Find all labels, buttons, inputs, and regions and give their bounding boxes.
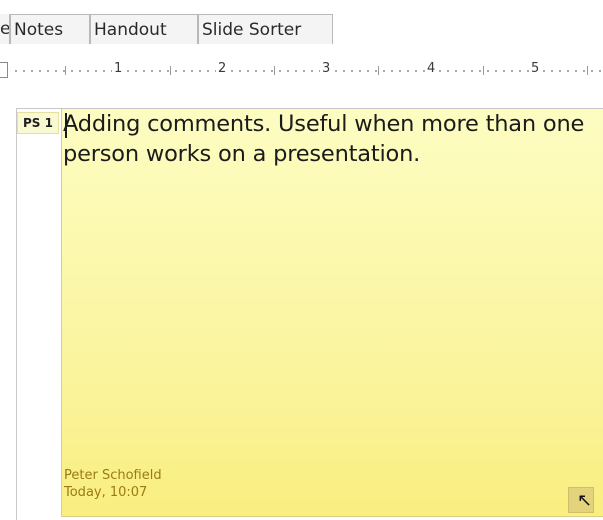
ruler-tick (378, 66, 379, 75)
horizontal-ruler[interactable]: 1 2 3 4 5 (0, 58, 603, 84)
ruler-tick (274, 66, 275, 75)
slide-canvas[interactable]: PS 1 Adding comments. Useful when more t… (0, 96, 603, 520)
ruler-number-5: 5 (529, 60, 542, 78)
tab-notes-label: Notes (14, 20, 64, 40)
ruler-tick (65, 66, 66, 75)
ruler-number-4: 4 (425, 60, 438, 78)
ruler-number-1: 1 (112, 60, 125, 78)
ruler-dots (12, 70, 603, 72)
tab-handout-label: Handout (94, 20, 167, 40)
comment-resize-handle[interactable]: ↖ (568, 487, 594, 513)
view-tab-bar: e Notes Handout Slide Sorter (0, 0, 603, 50)
tab-handout[interactable]: Handout (90, 14, 198, 44)
ruler-tick (170, 66, 171, 75)
comment-note[interactable]: Adding comments. Useful when more than o… (61, 109, 603, 517)
tab-partial[interactable]: e (0, 14, 10, 44)
tab-notes[interactable]: Notes (10, 14, 90, 44)
tab-slide-sorter-label: Slide Sorter (202, 20, 302, 40)
resize-arrow-icon: ↖ (577, 490, 593, 511)
tab-slide-sorter[interactable]: Slide Sorter (198, 14, 333, 44)
comment-author: Peter Schofield (64, 468, 162, 483)
comment-marker[interactable]: PS 1 (17, 112, 59, 134)
ruler-tick (483, 66, 484, 75)
comment-text[interactable]: Adding comments. Useful when more than o… (63, 109, 599, 169)
ruler-number-3: 3 (320, 60, 333, 78)
ruler-tick (587, 66, 588, 75)
ruler-number-2: 2 (216, 60, 229, 78)
impress-window: e Notes Handout Slide Sorter 1 2 3 4 5 P… (0, 0, 603, 520)
comment-date: Today, 10:07 (64, 485, 148, 500)
ruler-margin-marker[interactable] (0, 62, 8, 78)
comment-marker-label: PS 1 (23, 116, 53, 130)
slide-edge-left (16, 108, 17, 520)
tab-partial-label: e (0, 19, 10, 39)
